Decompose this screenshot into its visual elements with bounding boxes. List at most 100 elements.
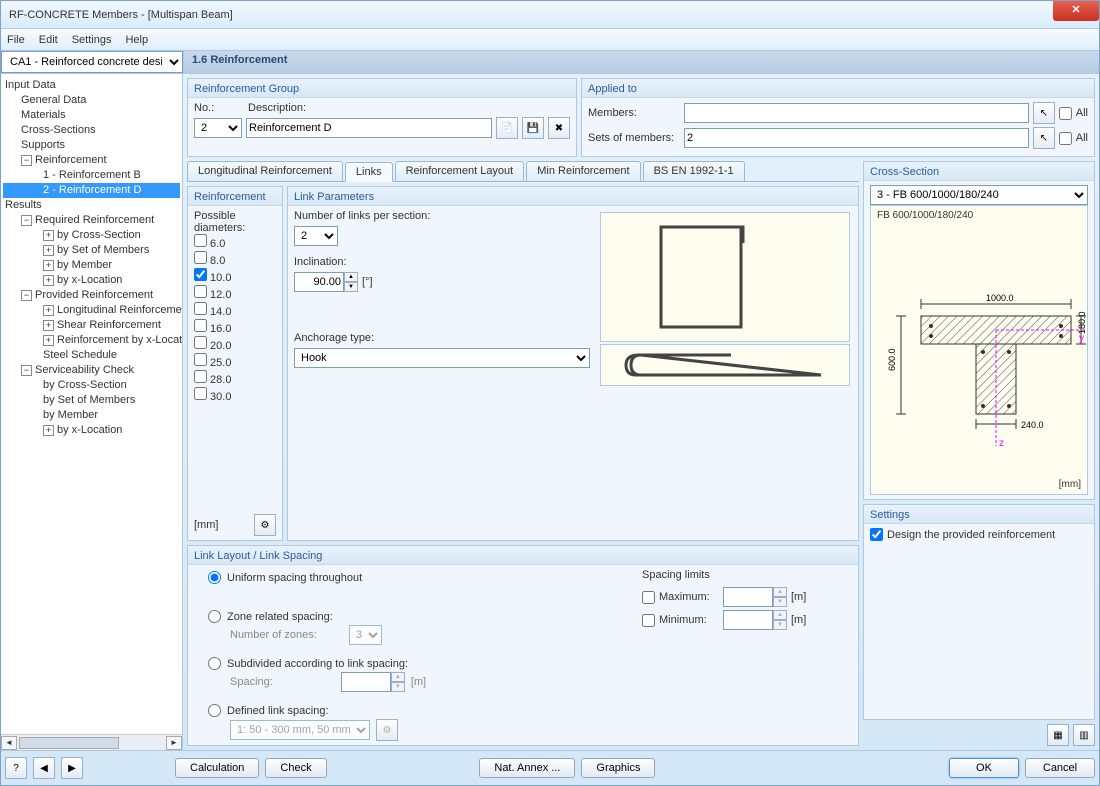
close-button[interactable]: ✕ — [1053, 1, 1099, 21]
menu-file[interactable]: File — [7, 34, 25, 46]
tree-item[interactable]: Cross-Sections — [3, 123, 180, 138]
expander-icon[interactable]: + — [43, 425, 54, 436]
anchorage-select[interactable]: Hook — [294, 348, 590, 368]
zones-select: 3 — [349, 625, 382, 645]
cancel-button[interactable]: Cancel — [1025, 758, 1095, 778]
pick-sets-button[interactable]: ↖ — [1033, 127, 1055, 149]
edit-diameters-button[interactable]: ⚙ — [254, 514, 276, 536]
info-button[interactable]: ▥ — [1073, 724, 1095, 746]
expander-icon[interactable]: − — [21, 365, 32, 376]
tab-min[interactable]: Min Reinforcement — [526, 161, 640, 181]
radio-zone[interactable] — [208, 610, 221, 623]
radio-defined[interactable] — [208, 704, 221, 717]
design-provided-checkbox[interactable]: Design the provided reinforcement — [870, 528, 1088, 541]
tab-standard[interactable]: BS EN 1992-1-1 — [643, 161, 745, 181]
max-checkbox[interactable] — [642, 591, 655, 604]
menu-help[interactable]: Help — [125, 34, 148, 46]
inclination-spinner[interactable]: ▲▼ — [294, 272, 358, 292]
expander-icon[interactable]: − — [21, 155, 32, 166]
radio-subdivided[interactable] — [208, 657, 221, 670]
tree-reinforcement[interactable]: −Reinforcement — [3, 153, 180, 168]
copy-button[interactable]: 💾 — [522, 117, 544, 139]
graphics-button[interactable]: Graphics — [581, 758, 655, 778]
next-button[interactable]: ▶ — [61, 757, 83, 779]
expander-icon[interactable]: + — [43, 275, 54, 286]
tab-links[interactable]: Links — [345, 162, 393, 182]
tree-item[interactable]: +by Member — [3, 258, 180, 273]
diameter-option[interactable]: 28.0 — [194, 370, 276, 387]
tree-provided[interactable]: −Provided Reinforcement — [3, 288, 180, 303]
menu-edit[interactable]: Edit — [39, 34, 58, 46]
pick-members-button[interactable]: ↖ — [1033, 102, 1055, 124]
diameter-option[interactable]: 30.0 — [194, 387, 276, 404]
tree-item[interactable]: +by Set of Members — [3, 243, 180, 258]
navigator-tree[interactable]: Input Data General Data Materials Cross-… — [1, 74, 183, 750]
diameter-option[interactable]: 6.0 — [194, 234, 276, 251]
num-links-select[interactable]: 2 — [294, 226, 338, 246]
diameter-option[interactable]: 10.0 — [194, 268, 276, 285]
tree-item[interactable]: General Data — [3, 93, 180, 108]
nat-annex-button[interactable]: Nat. Annex ... — [479, 758, 575, 778]
scroll-thumb[interactable] — [19, 737, 119, 749]
tree-item[interactable]: Materials — [3, 108, 180, 123]
diameter-option[interactable]: 12.0 — [194, 285, 276, 302]
tree-item[interactable]: by Cross-Section — [3, 378, 180, 393]
diameter-option[interactable]: 8.0 — [194, 251, 276, 268]
details-button[interactable]: ▦ — [1047, 724, 1069, 746]
ok-button[interactable]: OK — [949, 758, 1019, 778]
menu-settings[interactable]: Settings — [72, 34, 112, 46]
tree-item[interactable]: by Member — [3, 408, 180, 423]
tree-required[interactable]: −Required Reinforcement — [3, 213, 180, 228]
expander-icon[interactable]: − — [21, 290, 32, 301]
members-input[interactable] — [684, 103, 1029, 123]
tree-item[interactable]: 1 - Reinforcement B — [3, 168, 180, 183]
expander-icon[interactable]: − — [21, 215, 32, 226]
diameter-option[interactable]: 20.0 — [194, 336, 276, 353]
tree-item[interactable]: +by x-Location — [3, 423, 180, 438]
all-sets-checkbox[interactable]: All — [1059, 132, 1088, 145]
expander-icon[interactable]: + — [43, 320, 54, 331]
radio-uniform[interactable] — [208, 571, 221, 584]
tab-longitudinal[interactable]: Longitudinal Reinforcement — [187, 161, 343, 181]
tree-item[interactable]: Supports — [3, 138, 180, 153]
spin-down-icon[interactable]: ▼ — [344, 282, 358, 292]
expander-icon[interactable]: + — [43, 245, 54, 256]
sets-input[interactable] — [684, 128, 1029, 148]
tab-layout[interactable]: Reinforcement Layout — [395, 161, 525, 181]
tree-item[interactable]: +Reinforcement by x-Location — [3, 333, 180, 348]
case-select[interactable]: CA1 - Reinforced concrete desig — [1, 51, 183, 73]
no-select[interactable]: 2 — [194, 118, 242, 138]
diameter-list[interactable]: 6.0 8.0 10.0 12.0 14.0 16.0 20.0 25.0 28… — [194, 234, 276, 404]
diameter-option[interactable]: 14.0 — [194, 302, 276, 319]
cross-section-select[interactable]: 3 - FB 600/1000/180/240 — [870, 185, 1088, 205]
calculation-button[interactable]: Calculation — [175, 758, 259, 778]
help-button[interactable]: ? — [5, 757, 27, 779]
check-button[interactable]: Check — [265, 758, 326, 778]
all-members-checkbox[interactable]: All — [1059, 107, 1088, 120]
tree-item[interactable]: by Set of Members — [3, 393, 180, 408]
diameter-option[interactable]: 16.0 — [194, 319, 276, 336]
scroll-right-icon[interactable]: ► — [166, 736, 182, 750]
new-button[interactable]: 📄 — [496, 117, 518, 139]
prev-button[interactable]: ◀ — [33, 757, 55, 779]
tree-input-data[interactable]: Input Data — [3, 78, 180, 93]
spin-up-icon[interactable]: ▲ — [344, 272, 358, 282]
expander-icon[interactable]: + — [43, 305, 54, 316]
tree-item[interactable]: +by x-Location — [3, 273, 180, 288]
expander-icon[interactable]: + — [43, 230, 54, 241]
tree-hscroll[interactable]: ◄ ► — [1, 734, 182, 750]
description-input[interactable] — [246, 118, 492, 138]
tree-results[interactable]: Results — [3, 198, 180, 213]
tree-item[interactable]: +Longitudinal Reinforcement — [3, 303, 180, 318]
tree-item[interactable]: +by Cross-Section — [3, 228, 180, 243]
delete-button[interactable]: ✖ — [548, 117, 570, 139]
scroll-left-icon[interactable]: ◄ — [1, 736, 17, 750]
tree-serviceability[interactable]: −Serviceability Check — [3, 363, 180, 378]
tree-item[interactable]: +Shear Reinforcement — [3, 318, 180, 333]
min-checkbox[interactable] — [642, 614, 655, 627]
diameter-option[interactable]: 25.0 — [194, 353, 276, 370]
expander-icon[interactable]: + — [43, 335, 54, 346]
tree-item-active[interactable]: 2 - Reinforcement D — [3, 183, 180, 198]
expander-icon[interactable]: + — [43, 260, 54, 271]
tree-item[interactable]: Steel Schedule — [3, 348, 180, 363]
